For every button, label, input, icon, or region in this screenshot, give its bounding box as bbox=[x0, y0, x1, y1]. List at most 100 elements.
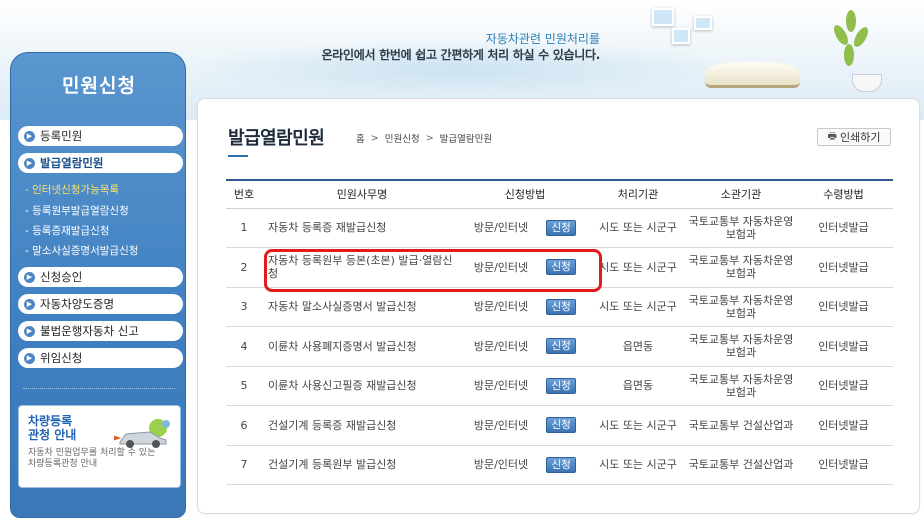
bullet-arrow-icon: ▶ bbox=[24, 157, 35, 169]
row-name: 이륜차 사용신고필증 재발급신청 bbox=[262, 366, 462, 406]
banner-text: 자동차관련 민원처리를 온라인에서 한번에 쉽고 간편하게 처리 하실 수 있습… bbox=[300, 31, 601, 63]
header-no: 번호 bbox=[226, 179, 262, 209]
row-method-cell: 방문/인터넷 신청 bbox=[462, 247, 588, 288]
sidebar-item-approval[interactable]: ▶ 신청승인 bbox=[18, 267, 183, 287]
row-owning-org: 국토교통부 자동차운영보험과 bbox=[688, 366, 794, 406]
row-owning-org: 국토교통부 건설산업과 bbox=[688, 445, 794, 485]
breadcrumb-apply[interactable]: 민원신청 bbox=[385, 131, 420, 145]
sidebar-subitem-online-list[interactable]: - 인터넷신청가능목록 bbox=[25, 182, 119, 197]
banner-line-1: 자동차관련 민원처리를 bbox=[485, 32, 600, 46]
bullet-arrow-icon: ▶ bbox=[24, 298, 35, 310]
row-method: 방문/인터넷 bbox=[473, 458, 529, 472]
row-method-cell: 방문/인터넷 신청 bbox=[462, 208, 588, 248]
registry-office-banner[interactable]: 차량등록 관청 안내 자동차 민원업무를 처리할 수 있는 차량등록관청 안내 bbox=[18, 405, 181, 488]
row-no: 7 bbox=[226, 445, 262, 485]
sidebar-item-issue-view[interactable]: ▶ 발급열람민원 bbox=[18, 153, 183, 173]
row-owning-org: 국토교통부 건설산업과 bbox=[688, 405, 794, 446]
sidebar-item-label: 발급열람민원 bbox=[40, 156, 104, 170]
breadcrumb: 홈 > 민원신청 > 발급열람민원 bbox=[356, 131, 492, 146]
plant-decoration-icon bbox=[831, 10, 872, 78]
bullet-arrow-icon: ▶ bbox=[24, 271, 35, 283]
banner-line-2: 온라인에서 한번에 쉽고 간편하게 처리 하실 수 있습니다. bbox=[321, 48, 601, 62]
row-method: 방문/인터넷 bbox=[473, 260, 529, 274]
row-name: 자동차 등록증 재발급신청 bbox=[262, 208, 462, 248]
row-processing-org: 시도 또는 시군구 bbox=[588, 208, 688, 248]
row-processing-org: 시도 또는 시군구 bbox=[588, 445, 688, 485]
row-processing-org: 읍면동 bbox=[588, 326, 688, 367]
content-panel: 발급열람민원 홈 > 민원신청 > 발급열람민원 🖶 인쇄하기 번호 민원사무명… bbox=[197, 98, 920, 514]
row-method-cell: 방문/인터넷 신청 bbox=[462, 366, 588, 406]
row-no: 4 bbox=[226, 326, 262, 367]
breadcrumb-separator: > bbox=[425, 132, 434, 144]
row-receipt: 인터넷발급 bbox=[794, 247, 893, 288]
apply-button[interactable]: 신청 bbox=[546, 417, 577, 434]
table-row: 4 이륜차 사용폐지증명서 발급신청 방문/인터넷 신청 읍면동 국토교통부 자동… bbox=[226, 326, 893, 367]
row-processing-org: 시도 또는 시군구 bbox=[588, 247, 688, 288]
sidebar-item-label: 등록민원 bbox=[40, 129, 83, 143]
frame-decoration-icon bbox=[694, 16, 712, 30]
row-method-cell: 방문/인터넷 신청 bbox=[462, 326, 588, 367]
car-icon bbox=[114, 419, 170, 448]
row-owning-org: 국토교통부 자동차운영보험과 bbox=[688, 326, 794, 367]
row-method: 방문/인터넷 bbox=[473, 221, 529, 235]
table-row: 2 자동차 등록원부 등본(초본) 발급·열람신청 방문/인터넷 신청 시도 또는… bbox=[226, 247, 893, 288]
apply-button[interactable]: 신청 bbox=[546, 219, 577, 236]
sidebar-subitem-deregistration-cert[interactable]: - 말소사실증명서발급신청 bbox=[25, 243, 138, 258]
row-method: 방문/인터넷 bbox=[473, 339, 529, 353]
row-no: 3 bbox=[226, 287, 262, 327]
page-title: 발급열람민원 bbox=[228, 128, 325, 149]
book-decoration-icon bbox=[705, 62, 800, 88]
row-processing-org: 시도 또는 시군구 bbox=[588, 287, 688, 327]
print-button[interactable]: 🖶 인쇄하기 bbox=[817, 128, 891, 146]
row-method: 방문/인터넷 bbox=[473, 379, 529, 393]
sidebar-subitem-cert-reissue[interactable]: - 등록증재발급신청 bbox=[25, 223, 109, 238]
bullet-arrow-icon: ▶ bbox=[24, 130, 35, 142]
apply-button[interactable]: 신청 bbox=[546, 377, 577, 394]
cup-decoration-icon bbox=[852, 74, 882, 92]
row-receipt: 인터넷발급 bbox=[794, 405, 893, 446]
frame-decoration-icon bbox=[672, 28, 690, 44]
apply-button[interactable]: 신청 bbox=[546, 259, 577, 276]
row-no: 1 bbox=[226, 208, 262, 248]
sidebar-title: 민원신청 bbox=[62, 75, 136, 97]
printer-icon: 🖶 bbox=[827, 130, 837, 142]
sidebar-item-transfer-proof[interactable]: ▶ 자동차양도증명 bbox=[18, 294, 183, 314]
row-receipt: 인터넷발급 bbox=[794, 287, 893, 327]
row-receipt: 인터넷발급 bbox=[794, 445, 893, 485]
row-no: 2 bbox=[226, 247, 262, 288]
row-name: 자동차 말소사실증명서 발급신청 bbox=[262, 287, 462, 327]
apply-button[interactable]: 신청 bbox=[546, 338, 577, 355]
sidebar-item-registration[interactable]: ▶ 등록민원 bbox=[18, 126, 183, 146]
sidebar-item-label: 위임신청 bbox=[40, 351, 83, 365]
row-method: 방문/인터넷 bbox=[473, 300, 529, 314]
apply-button[interactable]: 신청 bbox=[546, 298, 577, 315]
sidebar-subitem-ledger-request[interactable]: - 등록원부발급열람신청 bbox=[25, 203, 129, 218]
sidebar-item-delegation[interactable]: ▶ 위임신청 bbox=[18, 348, 183, 368]
row-processing-org: 읍면동 bbox=[588, 366, 688, 406]
row-receipt: 인터넷발급 bbox=[794, 326, 893, 367]
sidebar-item-label: 자동차양도증명 bbox=[40, 297, 115, 311]
promo-desc-2: 차량등록관청 안내 bbox=[28, 459, 98, 469]
row-method-cell: 방문/인터넷 신청 bbox=[462, 287, 588, 327]
table-header-row: 번호 민원사무명 신청방법 처리기관 소관기관 수령방법 bbox=[226, 179, 893, 209]
sidebar-item-illegal-report[interactable]: ▶ 불법운행자동차 신고 bbox=[18, 321, 183, 341]
apply-button[interactable]: 신청 bbox=[546, 456, 577, 473]
header-name: 민원사무명 bbox=[262, 179, 462, 209]
title-underline bbox=[228, 155, 248, 157]
header-processing-org: 처리기관 bbox=[588, 179, 688, 209]
table-row: 1 자동차 등록증 재발급신청 방문/인터넷 신청 시도 또는 시군구 국토교통부… bbox=[226, 208, 893, 248]
sidebar-divider bbox=[23, 388, 175, 389]
row-no: 5 bbox=[226, 366, 262, 406]
row-name: 자동차 등록원부 등본(초본) 발급·열람신청 bbox=[262, 247, 462, 288]
row-name: 건설기계 등록증 재발급신청 bbox=[262, 405, 462, 446]
row-method-cell: 방문/인터넷 신청 bbox=[462, 445, 588, 485]
sidebar: 민원신청 ▶ 등록민원 ▶ 발급열람민원 - 인터넷신청가능목록 - 등록원부발… bbox=[10, 52, 186, 518]
frame-decoration-icon bbox=[652, 8, 674, 26]
print-label: 인쇄하기 bbox=[839, 131, 881, 144]
row-name: 이륜차 사용폐지증명서 발급신청 bbox=[262, 326, 462, 367]
row-no: 6 bbox=[226, 405, 262, 446]
breadcrumb-home[interactable]: 홈 bbox=[356, 131, 365, 145]
sidebar-item-label: 불법운행자동차 신고 bbox=[40, 324, 139, 338]
breadcrumb-separator: > bbox=[370, 132, 379, 144]
row-owning-org: 국토교통부 자동차운영보험과 bbox=[688, 208, 794, 248]
